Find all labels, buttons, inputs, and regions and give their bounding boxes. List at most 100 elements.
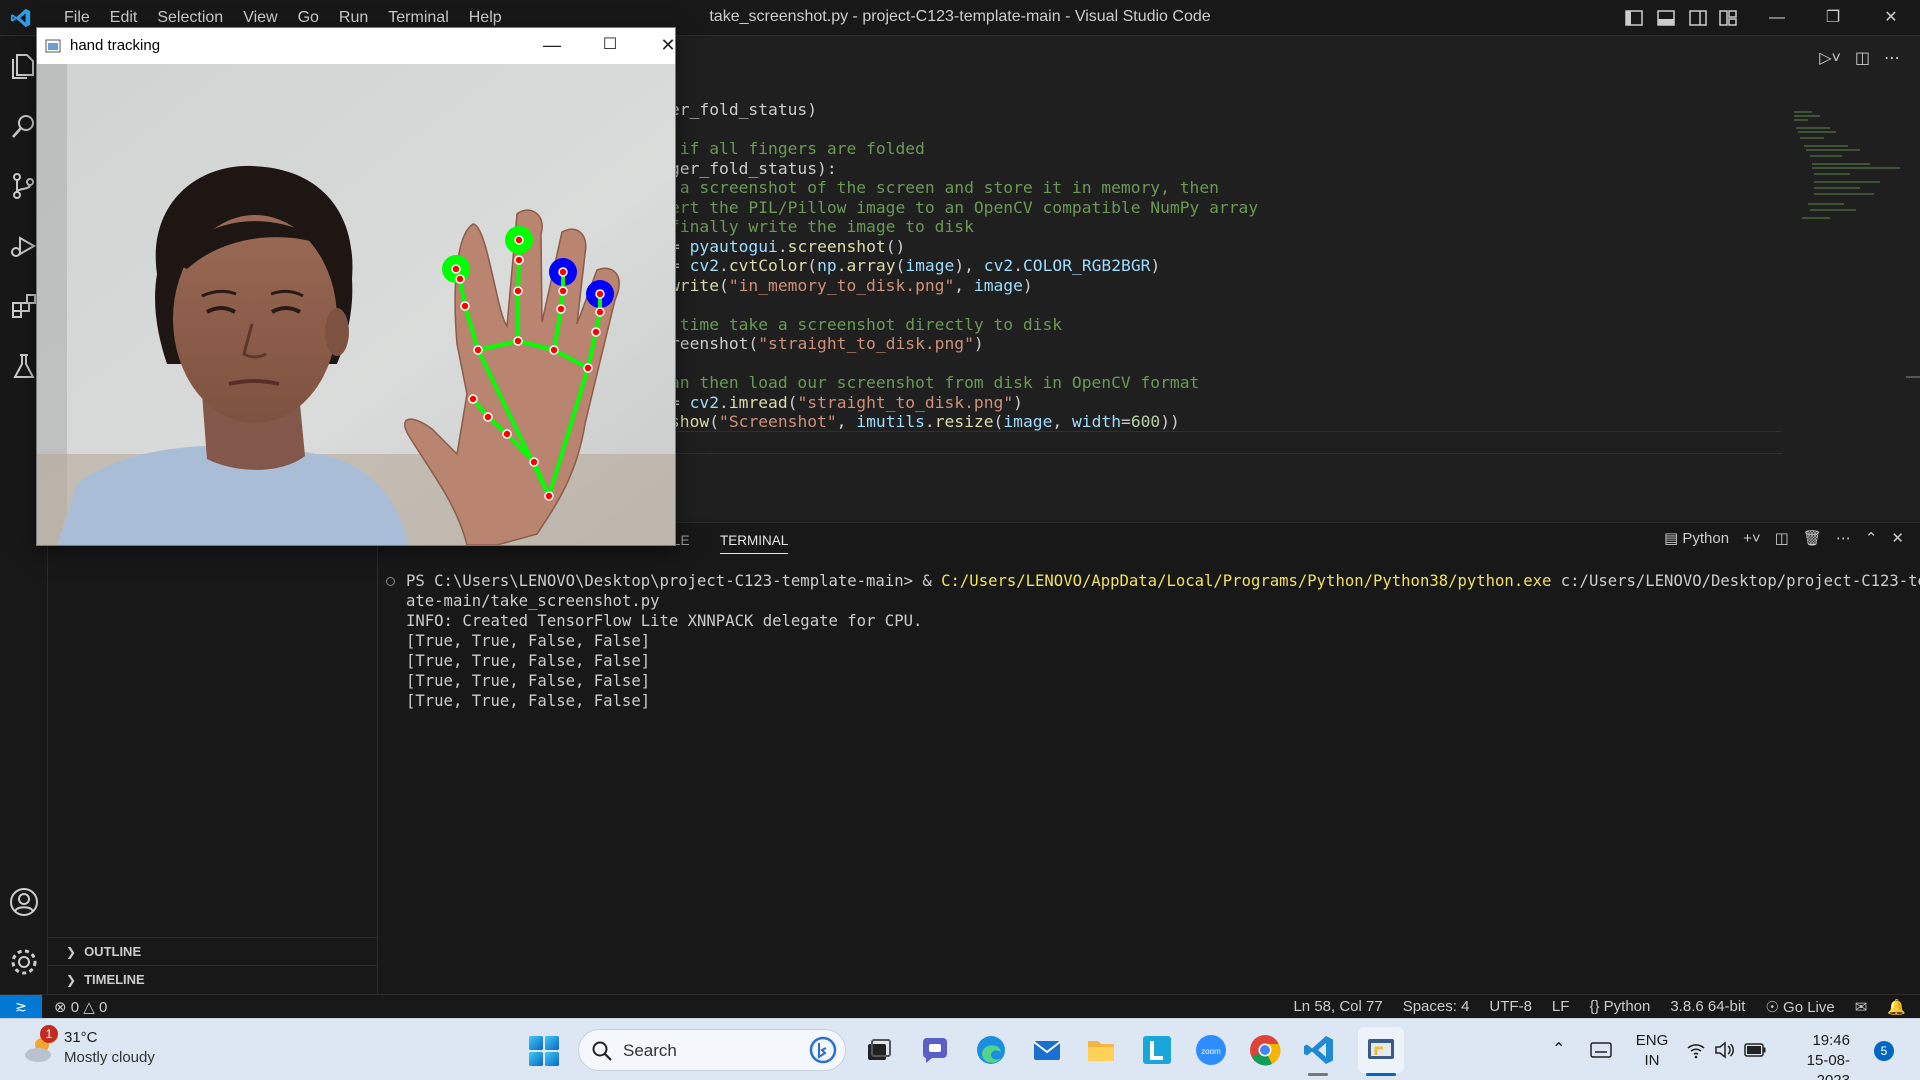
minimize-button[interactable]: — xyxy=(1754,0,1800,36)
problems-indicator[interactable]: ⊗ 0 △ 0 xyxy=(54,998,107,1016)
file-explorer-icon[interactable] xyxy=(1084,1033,1118,1067)
task-view-icon[interactable] xyxy=(862,1033,896,1067)
notification-count-badge[interactable]: 5 xyxy=(1874,1041,1894,1061)
outline-section[interactable]: ❯ OUTLINE xyxy=(48,937,378,965)
toggle-primary-sidebar-icon[interactable] xyxy=(1624,8,1644,28)
l-app-icon[interactable] xyxy=(1140,1033,1174,1067)
language-label: Python xyxy=(1603,998,1651,1015)
customize-layout-icon[interactable] xyxy=(1718,8,1738,28)
edge-browser-icon[interactable] xyxy=(974,1033,1008,1067)
maximize-panel-icon[interactable]: ⌃ xyxy=(1865,529,1878,547)
end-of-line[interactable]: LF xyxy=(1552,998,1570,1016)
code-line[interactable] xyxy=(670,118,1258,138)
code-line[interactable]: ert the PIL/Pillow image to an OpenCV co… xyxy=(670,196,1258,217)
code-line[interactable]: write("in_memory_to_disk.png", image) xyxy=(670,274,1258,295)
split-terminal-icon[interactable]: ◫ xyxy=(1775,529,1789,547)
tab-terminal[interactable]: TERMINAL xyxy=(720,533,789,554)
volume-icon[interactable] xyxy=(1714,1041,1734,1059)
weather-widget[interactable]: 1 31°C Mostly cloudy xyxy=(20,1025,170,1073)
language-indicator[interactable]: ENG IN xyxy=(1634,1031,1670,1071)
warning-count: 0 xyxy=(98,999,108,1016)
zoom-icon[interactable]: zoom xyxy=(1194,1033,1228,1067)
remote-indicator-icon[interactable]: ≳ xyxy=(0,995,42,1019)
menu-go[interactable]: Go xyxy=(288,9,329,27)
chrome-icon[interactable] xyxy=(1248,1033,1282,1067)
taskbar-search-box[interactable]: Search xyxy=(578,1029,846,1071)
cursor-position[interactable]: Ln 58, Col 77 xyxy=(1293,998,1382,1016)
menu-file[interactable]: File xyxy=(54,9,100,27)
wifi-icon[interactable] xyxy=(1686,1041,1706,1059)
hand-tracking-window[interactable]: hand tracking — ☐ ✕ xyxy=(36,27,676,546)
vscode-taskbar-icon[interactable] xyxy=(1302,1033,1336,1067)
code-line[interactable]: a screenshot of the screen and store it … xyxy=(670,176,1258,197)
language-mode[interactable]: {} Python xyxy=(1589,998,1650,1016)
terminal-output-line: [True, True, False, False] xyxy=(406,672,651,690)
indentation[interactable]: Spaces: 4 xyxy=(1403,998,1470,1016)
outline-label: OUTLINE xyxy=(84,944,142,959)
code-line[interactable]: ger_fold_status): xyxy=(670,157,1258,178)
terminal-output[interactable]: PS C:\Users\LENOVO\Desktop\project-C123-… xyxy=(406,571,1920,711)
close-panel-icon[interactable]: ✕ xyxy=(1891,529,1904,547)
bing-icon[interactable] xyxy=(809,1036,837,1064)
code-line[interactable] xyxy=(670,352,1258,372)
code-line[interactable]: = pyautogui.screenshot() xyxy=(670,235,1258,256)
shell-label: Python xyxy=(1682,530,1730,547)
hw-minimize-button[interactable]: — xyxy=(529,28,575,64)
run-python-file-icon[interactable]: ▷˅ xyxy=(1819,48,1841,68)
code-line[interactable] xyxy=(670,293,1258,313)
menu-selection[interactable]: Selection xyxy=(147,9,233,27)
feedback-icon[interactable]: ✉ xyxy=(1855,998,1868,1016)
code-line[interactable]: = cv2.imread("straight_to_disk.png") xyxy=(670,391,1258,412)
maximize-button[interactable]: ❐ xyxy=(1810,0,1856,36)
hw-close-button[interactable]: ✕ xyxy=(645,28,691,64)
close-button[interactable]: ✕ xyxy=(1868,0,1914,36)
code-line[interactable]: if all fingers are folded xyxy=(670,137,1258,158)
accounts-icon[interactable] xyxy=(8,886,40,918)
menu-terminal[interactable]: Terminal xyxy=(378,9,458,27)
timeline-section[interactable]: ❯ TIMELINE xyxy=(48,965,378,993)
menu-help[interactable]: Help xyxy=(459,9,512,27)
code-line[interactable]: reenshot("straight_to_disk.png") xyxy=(670,332,1258,353)
code-line[interactable]: show("Screenshot", imutils.resize(image,… xyxy=(670,410,1258,431)
toggle-secondary-sidebar-icon[interactable] xyxy=(1688,8,1708,28)
windows-start-icon[interactable] xyxy=(528,1035,560,1067)
landmark-point xyxy=(591,327,601,337)
code-line[interactable]: an then load our screenshot from disk in… xyxy=(670,371,1258,392)
touch-keyboard-icon[interactable] xyxy=(1590,1041,1612,1059)
menu-view[interactable]: View xyxy=(233,9,287,27)
code-line[interactable]: finally write the image to disk xyxy=(670,215,1258,236)
minimap[interactable] xyxy=(1790,108,1910,258)
notifications-bell-icon[interactable]: 🔔 xyxy=(1887,998,1906,1016)
command-decoration-icon[interactable] xyxy=(386,577,395,586)
error-count: 0 xyxy=(70,999,80,1016)
python-interpreter[interactable]: 3.8.6 64-bit xyxy=(1670,998,1745,1016)
terminal-shell-selector[interactable]: ▤ Python xyxy=(1664,529,1729,547)
go-live-button[interactable]: ☉ Go Live xyxy=(1765,998,1834,1016)
menu-run[interactable]: Run xyxy=(329,9,378,27)
status-right: Ln 58, Col 77 Spaces: 4 UTF-8 LF {} Pyth… xyxy=(1293,998,1906,1016)
menu-edit[interactable]: Edit xyxy=(100,9,148,27)
teams-chat-icon[interactable] xyxy=(918,1033,952,1067)
code-view[interactable]: er_fold_status) if all fingers are folde… xyxy=(670,98,1258,431)
battery-icon[interactable] xyxy=(1744,1043,1766,1057)
toggle-panel-icon[interactable] xyxy=(1656,8,1676,28)
split-editor-icon[interactable]: ◫ xyxy=(1855,48,1870,68)
vscode-logo-icon[interactable] xyxy=(10,7,32,29)
encoding[interactable]: UTF-8 xyxy=(1489,998,1532,1016)
code-line[interactable]: time take a screenshot directly to disk xyxy=(670,313,1258,334)
code-line[interactable]: er_fold_status) xyxy=(670,98,1258,119)
new-terminal-icon[interactable]: +˅ xyxy=(1743,530,1761,547)
mail-icon[interactable] xyxy=(1030,1033,1064,1067)
landmark-point xyxy=(595,289,605,299)
manage-gear-icon[interactable] xyxy=(8,946,40,978)
scrollbar-marker[interactable] xyxy=(1906,376,1920,378)
clock[interactable]: 19:46 15-08-2023 xyxy=(1780,1031,1850,1080)
hand-tracking-titlebar[interactable]: hand tracking — ☐ ✕ xyxy=(37,28,676,64)
code-line[interactable]: = cv2.cvtColor(np.array(image), cv2.COLO… xyxy=(670,254,1258,275)
more-actions-icon[interactable]: ⋯ xyxy=(1884,48,1900,68)
hw-maximize-button[interactable]: ☐ xyxy=(587,28,633,64)
python-window-icon[interactable] xyxy=(1364,1033,1398,1067)
show-hidden-icons-icon[interactable]: ⌃ xyxy=(1552,1039,1565,1059)
more-actions-icon[interactable]: ⋯ xyxy=(1836,529,1851,547)
kill-terminal-icon[interactable]: 🗑 xyxy=(1803,529,1822,547)
